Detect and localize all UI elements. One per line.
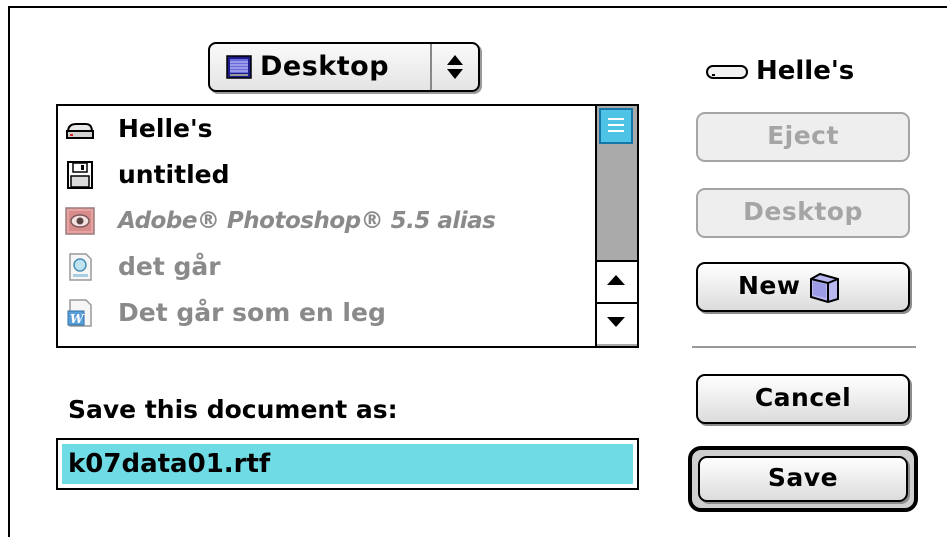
arrow-up-icon bbox=[607, 275, 625, 285]
save-as-prompt: Save this document as: bbox=[68, 395, 398, 424]
file-list-item-label: Adobe® Photoshop® 5.5 alias bbox=[118, 208, 496, 234]
desktop-icon bbox=[226, 55, 252, 79]
photoshop-alias-icon bbox=[65, 207, 95, 235]
file-list-item-label: Helle's bbox=[118, 114, 213, 143]
scroll-thumb[interactable] bbox=[599, 108, 633, 144]
simpletext-document-icon bbox=[69, 253, 92, 281]
hard-disk-icon bbox=[66, 123, 94, 139]
file-list-item[interactable]: Helle's bbox=[58, 106, 595, 152]
new-folder-button[interactable]: New bbox=[696, 262, 910, 312]
new-folder-label: New bbox=[738, 271, 801, 300]
file-list-item[interactable]: untitled bbox=[58, 152, 595, 198]
floppy-disk-icon bbox=[67, 161, 93, 189]
filename-field[interactable] bbox=[56, 438, 639, 490]
location-popup-arrows[interactable] bbox=[430, 44, 480, 90]
hard-disk-icon bbox=[706, 65, 748, 79]
file-list-item-label: Det går som en leg bbox=[118, 298, 386, 327]
arrow-down-icon bbox=[607, 317, 625, 327]
file-list-item-label: det går bbox=[118, 252, 221, 281]
default-button-ring: Save bbox=[688, 446, 918, 512]
svg-text:W: W bbox=[70, 312, 85, 326]
eject-button[interactable]: Eject bbox=[696, 112, 910, 162]
location-popup-label: Desktop bbox=[260, 51, 390, 82]
file-list[interactable]: Helle's untitled Adobe® Photoshop® 5.5 a… bbox=[56, 104, 639, 348]
location-popup[interactable]: Desktop bbox=[208, 42, 480, 92]
filename-input[interactable] bbox=[62, 444, 633, 484]
file-list-item-label: untitled bbox=[118, 160, 230, 189]
file-list-rows: Helle's untitled Adobe® Photoshop® 5.5 a… bbox=[58, 106, 595, 346]
file-list-scrollbar[interactable] bbox=[595, 106, 637, 346]
cancel-button[interactable]: Cancel bbox=[696, 374, 910, 424]
updown-arrows-icon bbox=[447, 55, 463, 79]
grip-lines-icon bbox=[608, 118, 624, 132]
file-list-item: det går bbox=[58, 244, 595, 290]
desktop-button[interactable]: Desktop bbox=[696, 188, 910, 238]
volume-label: Helle's bbox=[756, 56, 855, 86]
folder-icon bbox=[810, 272, 839, 303]
scroll-down-button[interactable] bbox=[597, 302, 637, 344]
save-button[interactable]: Save bbox=[698, 456, 908, 502]
file-list-item: Adobe® Photoshop® 5.5 alias bbox=[58, 198, 595, 244]
scroll-up-button[interactable] bbox=[597, 260, 637, 302]
location-popup-main[interactable]: Desktop bbox=[210, 44, 430, 90]
word-document-icon: W bbox=[67, 299, 92, 327]
button-separator bbox=[692, 346, 916, 348]
file-list-item: W Det går som en leg bbox=[58, 290, 595, 336]
